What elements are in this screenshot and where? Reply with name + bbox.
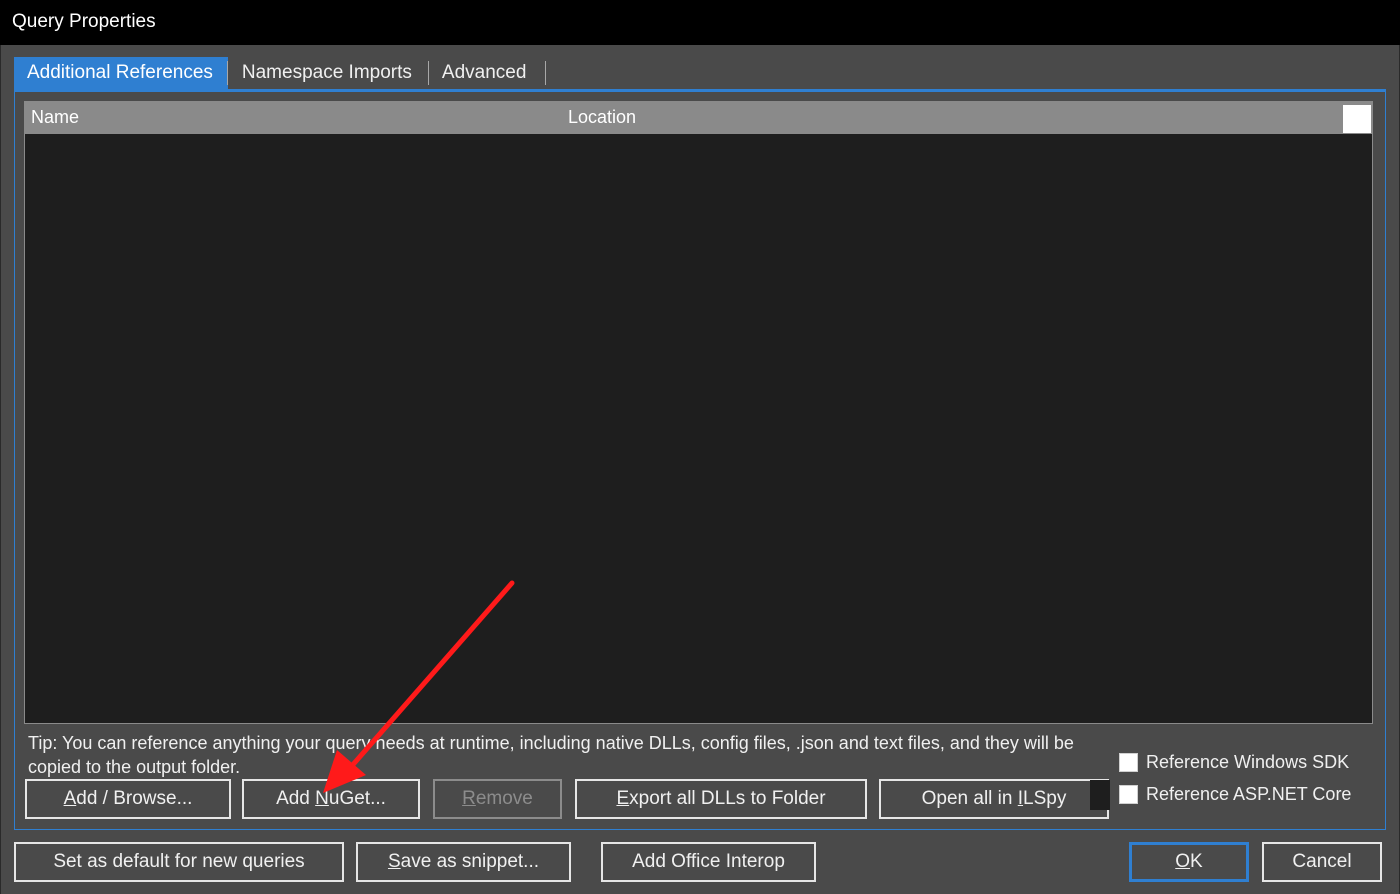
list-header: Name Location	[25, 102, 1372, 134]
tab-additional-references[interactable]: Additional References	[14, 57, 228, 90]
references-list[interactable]: Name Location	[24, 101, 1373, 724]
mnemonic-letter: N	[315, 788, 329, 809]
ok-button[interactable]: OK	[1129, 842, 1249, 882]
reference-windows-sdk-checkbox[interactable]: Reference Windows SDK	[1119, 752, 1349, 773]
checkbox-label: Reference Windows SDK	[1146, 752, 1350, 772]
tab-namespace-imports[interactable]: Namespace Imports	[228, 57, 429, 90]
cancel-button[interactable]: Cancel	[1262, 842, 1382, 882]
button-label-part: K	[1190, 851, 1203, 872]
mnemonic-letter: E	[616, 788, 630, 809]
button-label-part: ave as snippet...	[400, 851, 540, 872]
set-as-default-button[interactable]: Set as default for new queries	[14, 842, 344, 882]
checkbox-box[interactable]	[1119, 753, 1138, 772]
mnemonic-letter: R	[462, 788, 476, 809]
reference-aspnet-core-checkbox[interactable]: Reference ASP.NET Core	[1119, 784, 1351, 805]
remove-button[interactable]: Remove	[433, 779, 562, 819]
button-label-part: LSpy	[1023, 788, 1067, 809]
add-nuget-button[interactable]: Add NuGet...	[242, 779, 420, 819]
checkbox-box[interactable]	[1119, 785, 1138, 804]
save-as-snippet-button[interactable]: Save as snippet...	[356, 842, 571, 882]
button-label-part: emove	[475, 788, 533, 809]
ilspy-button-overlap	[1090, 780, 1110, 810]
mnemonic-letter: S	[387, 851, 401, 872]
mnemonic-letter: O	[1175, 851, 1191, 872]
mnemonic-letter: A	[63, 788, 77, 809]
button-label-part: xport all DLLs to Folder	[629, 788, 826, 809]
button-label-part: uGet...	[328, 788, 386, 809]
tab-advanced[interactable]: Advanced	[429, 57, 546, 90]
title-bar: Query Properties	[0, 0, 1400, 45]
export-dlls-button[interactable]: Export all DLLs to Folder	[575, 779, 867, 819]
tip-text: Tip: You can reference anything your que…	[28, 733, 1074, 777]
column-header-location[interactable]: Location	[568, 107, 636, 128]
window-title: Query Properties	[12, 11, 156, 32]
add-office-interop-button[interactable]: Add Office Interop	[601, 842, 816, 882]
add-browse-button[interactable]: Add / Browse...	[25, 779, 231, 819]
button-label-part: Open all in	[921, 788, 1018, 809]
button-label-part: Add	[276, 788, 316, 809]
button-label-part: dd / Browse...	[76, 788, 193, 809]
checkbox-label: Reference ASP.NET Core	[1146, 784, 1352, 804]
open-in-ilspy-button[interactable]: Open all in ILSpy	[879, 779, 1109, 819]
column-header-filler	[1343, 105, 1371, 133]
tab-strip: Additional References Namespace Imports …	[14, 57, 546, 90]
column-header-name[interactable]: Name	[31, 107, 79, 128]
